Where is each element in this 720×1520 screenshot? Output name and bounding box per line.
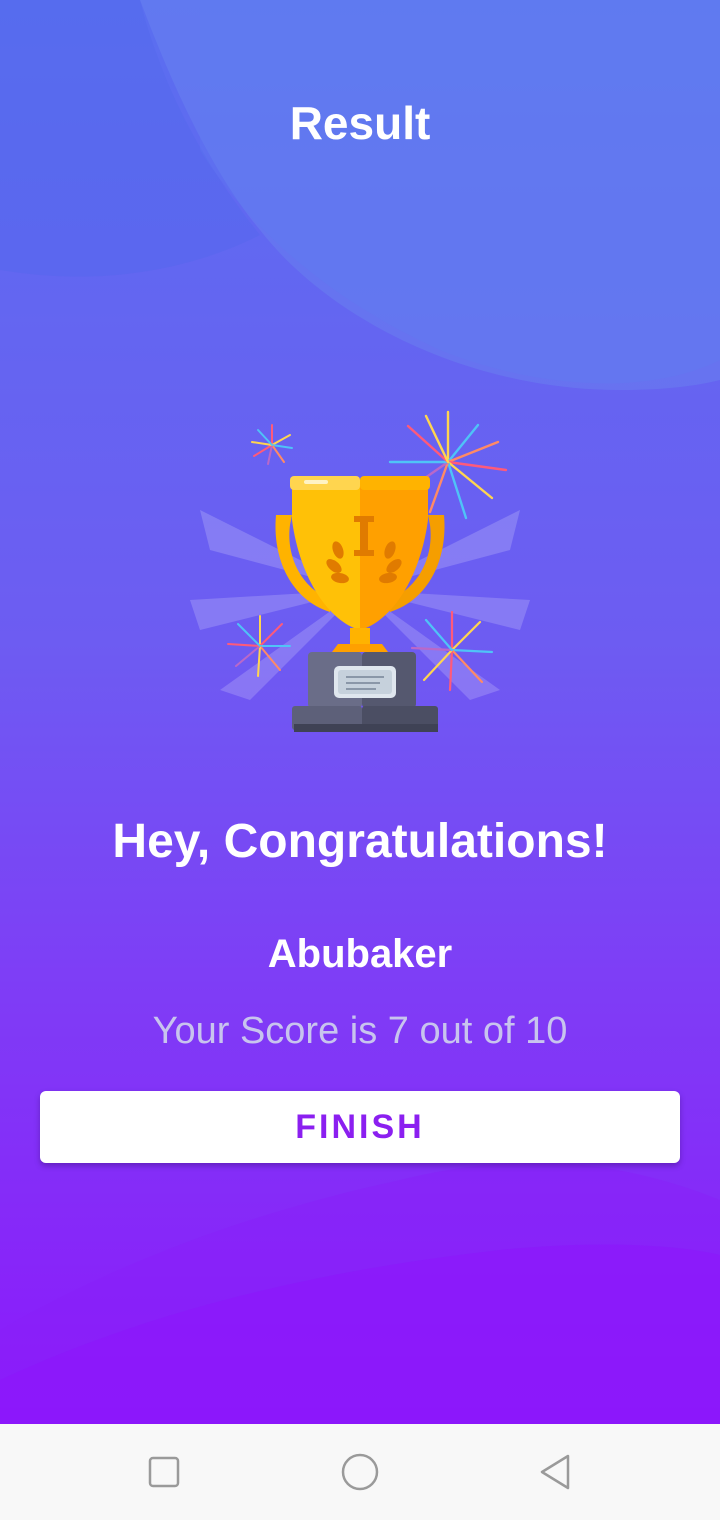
circle-icon	[341, 1453, 379, 1491]
congratulations-heading: Hey, Congratulations!	[112, 815, 608, 868]
recents-button[interactable]	[140, 1448, 188, 1496]
score-text: Your Score is 7 out of 10	[152, 1010, 568, 1052]
result-screen: Result Hey, Congratulations! Abubaker Yo…	[0, 0, 720, 1520]
page-title: Result	[289, 97, 431, 149]
app-content: Result Hey, Congratulations! Abubaker Yo…	[0, 0, 720, 1424]
home-button[interactable]	[336, 1448, 384, 1496]
firework-top-left	[251, 424, 293, 465]
finish-button[interactable]: FINISH	[40, 1091, 680, 1163]
system-navigation-bar	[0, 1424, 720, 1520]
trophy-with-fireworks-icon	[190, 410, 530, 732]
back-button[interactable]	[532, 1448, 580, 1496]
triangle-back-icon	[540, 1454, 570, 1490]
user-name: Abubaker	[267, 932, 453, 976]
square-icon	[148, 1456, 180, 1488]
